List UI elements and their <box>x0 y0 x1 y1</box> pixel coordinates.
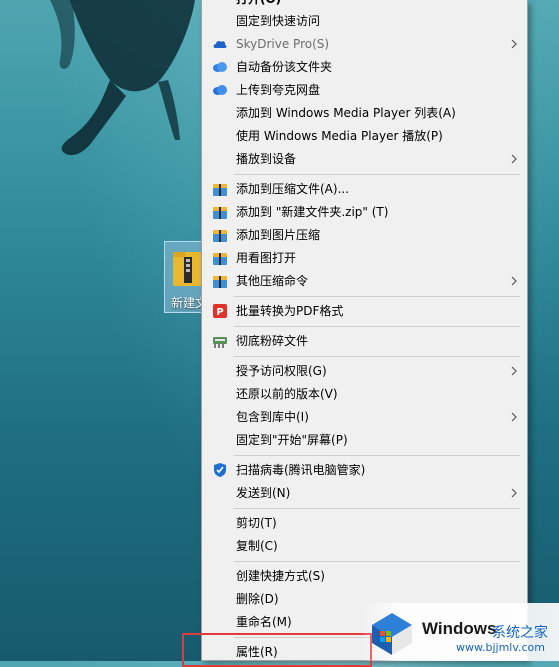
menu-item-other-compress[interactable]: 其他压缩命令 <box>203 270 526 292</box>
menu-item-shred-file[interactable]: 彻底粉碎文件 <box>203 330 526 352</box>
menu-item-label: 还原以前的版本(V) <box>236 387 338 401</box>
menu-item-label: 包含到库中(I) <box>236 410 309 424</box>
archive-icon <box>213 253 227 265</box>
menu-item-label: 固定到"开始"屏幕(P) <box>236 433 348 447</box>
menu-item-label: SkyDrive Pro(S) <box>236 37 330 51</box>
menu-item-pin-start[interactable]: 固定到"开始"屏幕(P) <box>203 429 526 451</box>
menu-item-pin-quick-access[interactable]: 固定到快速访问 <box>203 10 526 32</box>
menu-item-open-with-viewer[interactable]: 用看图打开 <box>203 247 526 269</box>
menu-item-scan-virus[interactable]: 扫描病毒(腾讯电脑管家) <box>203 459 526 481</box>
watermark-url: www.bjjmlv.com <box>456 641 545 654</box>
chevron-right-icon <box>511 39 517 49</box>
menu-item-label: 发送到(N) <box>236 486 291 500</box>
menu-item-label: 重命名(M) <box>236 615 292 629</box>
chevron-right-icon <box>511 366 517 376</box>
menu-separator <box>234 326 520 327</box>
archive-icon <box>213 276 227 288</box>
menu-item-open[interactable]: 打开(O) <box>203 0 526 10</box>
menu-item-label: 添加到 Windows Media Player 列表(A) <box>236 106 456 120</box>
menu-item-label: 批量转换为PDF格式 <box>236 304 344 318</box>
shield-icon <box>214 463 226 477</box>
menu-item-label: 用看图打开 <box>236 251 297 265</box>
svg-text:P: P <box>216 307 223 318</box>
menu-item-cast-to-device[interactable]: 播放到设备 <box>203 148 526 170</box>
menu-separator <box>234 296 520 297</box>
windows-logo-icon <box>372 613 412 655</box>
baidu-cloud-icon <box>213 62 227 72</box>
menu-separator <box>234 455 520 456</box>
menu-item-label: 上传到夸克网盘 <box>236 83 321 97</box>
menu-item-label: 使用 Windows Media Player 播放(P) <box>236 129 443 143</box>
menu-item-label: 添加到压缩文件(A)... <box>236 182 350 196</box>
watermark-title: Windows <box>422 619 497 638</box>
menu-item-label: 创建快捷方式(S) <box>236 569 325 583</box>
chevron-right-icon <box>511 154 517 164</box>
menu-item-restore-versions[interactable]: 还原以前的版本(V) <box>203 383 526 405</box>
menu-item-send-to[interactable]: 发送到(N) <box>203 482 526 504</box>
archive-icon <box>213 207 227 219</box>
menu-separator <box>234 561 520 562</box>
menu-item-label: 复制(C) <box>236 539 278 553</box>
watermark-subtitle: 系统之家 <box>492 625 548 641</box>
chevron-right-icon <box>511 488 517 498</box>
menu-item-batch-pdf[interactable]: P 批量转换为PDF格式 <box>203 300 526 322</box>
menu-item-upload-quark[interactable]: 上传到夸克网盘 <box>203 79 526 101</box>
menu-item-grant-access[interactable]: 授予访问权限(G) <box>203 360 526 382</box>
menu-item-label: 打开(O) <box>236 0 281 10</box>
menu-item-label: 其他压缩命令 <box>236 274 309 288</box>
chevron-right-icon <box>511 276 517 286</box>
menu-item-play-wmp[interactable]: 使用 Windows Media Player 播放(P) <box>203 125 526 147</box>
menu-item-label: 添加到图片压缩 <box>236 228 321 242</box>
menu-item-label: 删除(D) <box>236 592 279 606</box>
menu-separator <box>234 174 520 175</box>
menu-item-label: 固定到快速访问 <box>236 14 321 28</box>
menu-item-label: 扫描病毒(腾讯电脑管家) <box>236 463 366 477</box>
menu-item-add-to-archive[interactable]: 添加到压缩文件(A)... <box>203 178 526 200</box>
quark-cloud-icon <box>213 85 227 95</box>
menu-item-image-compress[interactable]: 添加到图片压缩 <box>203 224 526 246</box>
menu-item-copy[interactable]: 复制(C) <box>203 535 526 557</box>
shredder-icon <box>213 337 227 348</box>
menu-item-add-to-zip[interactable]: 添加到 "新建文件夹.zip" (T) <box>203 201 526 223</box>
archive-icon <box>213 230 227 242</box>
folder-archive-icon <box>173 252 203 286</box>
menu-item-add-wmp-list[interactable]: 添加到 Windows Media Player 列表(A) <box>203 102 526 124</box>
pdf-icon: P <box>213 304 227 318</box>
menu-item-skydrive-pro[interactable]: SkyDrive Pro(S) <box>203 33 526 55</box>
menu-item-cut[interactable]: 剪切(T) <box>203 512 526 534</box>
menu-item-create-shortcut[interactable]: 创建快捷方式(S) <box>203 565 526 587</box>
menu-item-label: 授予访问权限(G) <box>236 364 327 378</box>
context-menu: 打开(O) 固定到快速访问 SkyDrive Pro(S) 自动备份该文件夹 上… <box>201 0 528 661</box>
menu-item-label: 播放到设备 <box>236 152 297 166</box>
menu-item-label: 添加到 "新建文件夹.zip" (T) <box>236 205 389 219</box>
menu-separator <box>234 356 520 357</box>
properties-highlight-box <box>182 633 372 667</box>
cloud-icon <box>213 40 227 48</box>
site-watermark: Windows 系统之家 www.bjjmlv.com <box>360 603 559 661</box>
chevron-right-icon <box>511 412 517 422</box>
menu-item-include-library[interactable]: 包含到库中(I) <box>203 406 526 428</box>
menu-item-auto-backup[interactable]: 自动备份该文件夹 <box>203 56 526 78</box>
menu-item-label: 剪切(T) <box>236 516 277 530</box>
archive-icon <box>213 184 227 196</box>
menu-separator <box>234 508 520 509</box>
menu-item-label: 自动备份该文件夹 <box>236 60 333 74</box>
menu-item-label: 彻底粉碎文件 <box>236 334 309 348</box>
